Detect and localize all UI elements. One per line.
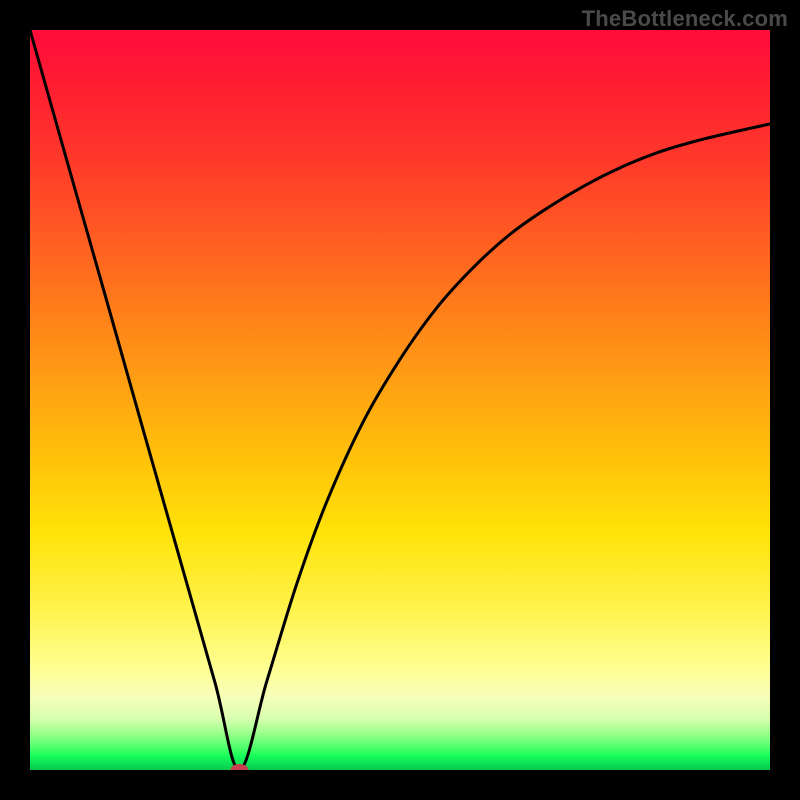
chart-frame: TheBottleneck.com: [0, 0, 800, 800]
watermark-text: TheBottleneck.com: [582, 6, 788, 32]
plot-area: [30, 30, 770, 770]
